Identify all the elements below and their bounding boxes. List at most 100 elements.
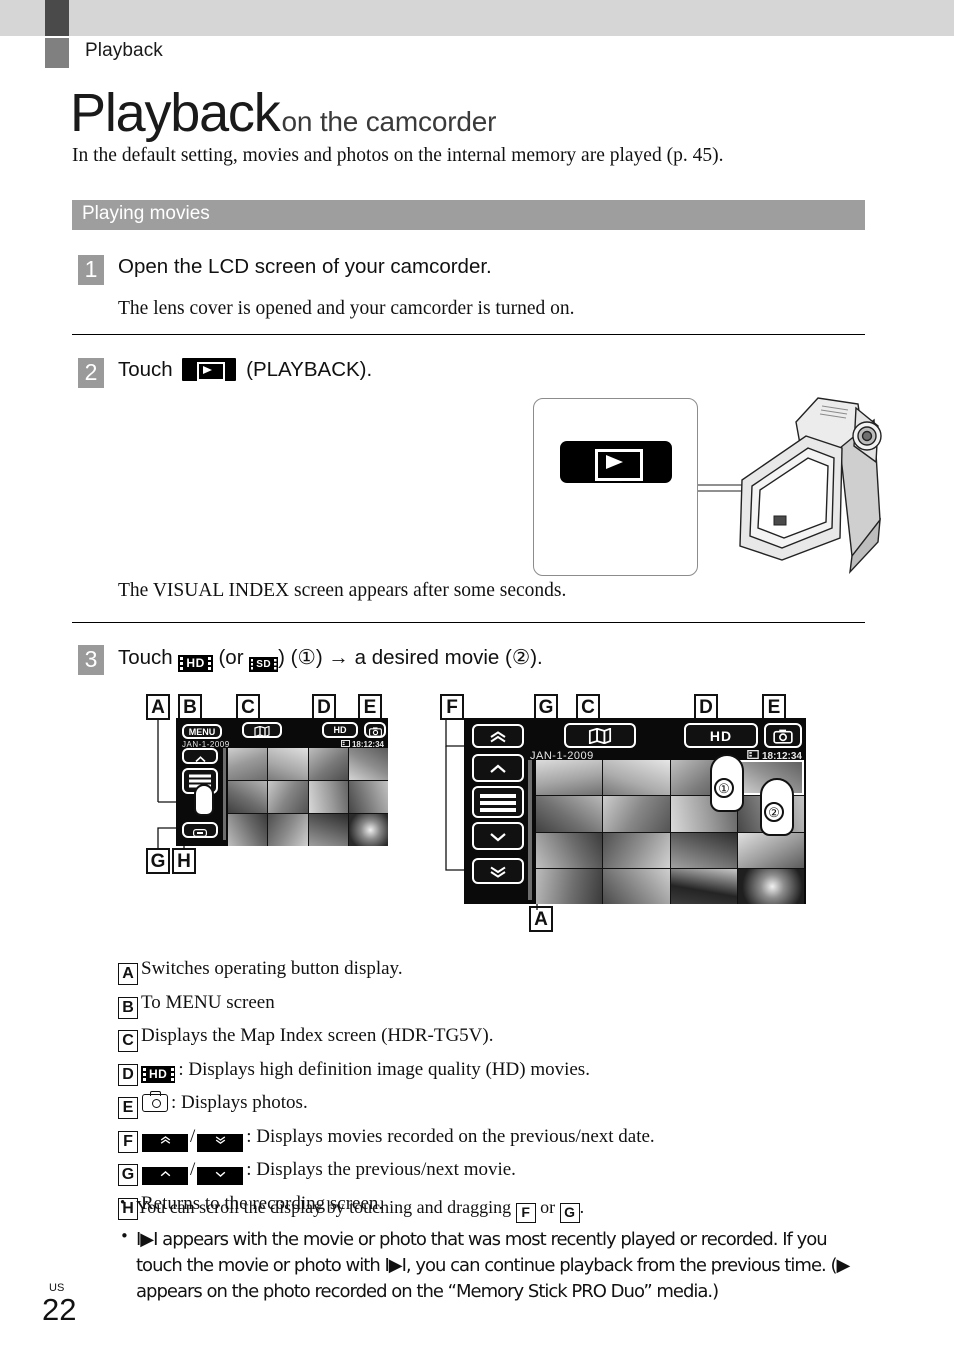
thumbnail-item[interactable]: [536, 868, 603, 904]
step-3-tail: a desired movie (②).: [354, 646, 543, 669]
playback-button-icon: [182, 358, 237, 381]
thumbnail-item[interactable]: [308, 748, 348, 780]
prev-movie-button-left[interactable]: [182, 748, 218, 764]
note-resume-playback: I▶I appears with the movie or photo that…: [118, 1226, 858, 1305]
hd-film-icon: HD: [178, 655, 213, 672]
legend-row-a: A Switches operating button display.: [118, 958, 878, 985]
thumbnail-item[interactable]: [348, 814, 388, 846]
callout-2: ②: [764, 802, 784, 822]
sd-film-icon: SD: [249, 657, 279, 672]
legend-text-f: : Displays movies recorded on the previo…: [246, 1125, 655, 1147]
thumbnail-item[interactable]: [603, 796, 670, 832]
step-divider-1: [72, 334, 865, 335]
visual-index-screen-left: MENU HD JAN-1-2009 18:12:34: [176, 718, 388, 846]
thumbnail-item[interactable]: [737, 868, 804, 904]
page-title-sub: on the camcorder: [281, 106, 497, 137]
next-movie-button-right[interactable]: [472, 822, 524, 850]
note-scroll-post: .: [579, 1197, 585, 1217]
note-scroll: You can scroll the display by touching a…: [118, 1193, 858, 1223]
map-index-icon: [254, 725, 270, 738]
menu-button-left[interactable]: MENU: [182, 724, 222, 739]
step-2-title-before: Touch: [118, 358, 173, 381]
thumbnail-item[interactable]: [228, 781, 268, 813]
thumbnail-item[interactable]: [308, 814, 348, 846]
legend-row-b: B To MENU screen: [118, 992, 878, 1019]
step-2-title: Touch (PLAYBACK).: [118, 358, 372, 382]
prev-date-key-icon: [142, 1133, 188, 1152]
legend-text-g: : Displays the previous/next movie.: [246, 1159, 516, 1180]
chevron-down-icon: [490, 833, 506, 842]
thumbnail-item[interactable]: [603, 868, 670, 904]
step-3-word-or: (or: [218, 646, 244, 669]
thumbnail-item[interactable]: [268, 814, 308, 846]
step-1-badge: 1: [78, 255, 104, 285]
legend-list: A Switches operating button display. B To …: [118, 958, 878, 1226]
double-chevron-up-icon: [490, 731, 506, 743]
thumbnail-item[interactable]: [536, 760, 603, 796]
legend-letter-f: F: [118, 1130, 138, 1153]
step-1-title: Open the LCD screen of your camcorder.: [118, 255, 492, 278]
map-index-button-left[interactable]: [242, 722, 282, 738]
footer-page-number: 22: [42, 1292, 77, 1327]
legend-text-a: Switches operating button display.: [141, 958, 403, 979]
thumbnail-item[interactable]: [603, 832, 670, 868]
thumbnail-item[interactable]: [348, 748, 388, 780]
photo-icon: [368, 727, 382, 737]
step-3-badge: 3: [78, 645, 104, 675]
legend-row-e: E: Displays photos.: [118, 1091, 878, 1119]
playback-button-illustration: [533, 398, 698, 576]
legend-slash-g: /: [190, 1159, 196, 1180]
hd-film-icon: HD: [141, 1065, 176, 1083]
photo-icon: [142, 1091, 168, 1112]
hd-quality-button-left[interactable]: HD: [322, 722, 358, 738]
playback-button-closeup-icon: [560, 441, 672, 483]
double-chevron-down-icon: [490, 866, 506, 878]
photo-icon: [773, 729, 793, 744]
note-key-g: G: [559, 1203, 580, 1223]
legend-row-g: G /: Displays the previous/next movie.: [118, 1159, 878, 1186]
next-date-key-icon: [197, 1133, 244, 1152]
next-movie-key-icon: [197, 1167, 244, 1185]
next-date-button-right[interactable]: [472, 858, 524, 884]
scrollbar-left[interactable]: [223, 748, 226, 840]
thumbnail-item[interactable]: [308, 781, 348, 813]
thumbnail-item[interactable]: [536, 796, 603, 832]
legend-letter-d: D: [118, 1063, 138, 1086]
recording-screen-icon: [193, 829, 208, 838]
running-head: Playback: [45, 38, 915, 72]
thumbnail-item[interactable]: [268, 748, 308, 780]
thumbnail-item[interactable]: [536, 832, 603, 868]
section-header-playing-movies: Playing movies: [72, 200, 865, 230]
thumbnail-item[interactable]: [228, 814, 268, 846]
prev-movie-button-right[interactable]: [472, 754, 524, 782]
movie-count-icon: [747, 750, 759, 759]
prev-movie-key-icon: [142, 1167, 188, 1185]
scrollbar-right[interactable]: [528, 760, 532, 900]
map-index-button-right[interactable]: [564, 723, 636, 748]
chevron-up-icon: [490, 764, 506, 773]
thumbnail-item[interactable]: [603, 760, 670, 796]
photo-button-left[interactable]: [364, 722, 386, 738]
thumbnail-item[interactable]: [268, 781, 308, 813]
running-head-label: Playback: [85, 40, 163, 61]
switch-display-button-right[interactable]: [472, 786, 524, 818]
thumbnail-item[interactable]: [670, 868, 737, 904]
legend-slash-f: /: [190, 1125, 196, 1147]
map-index-icon: [588, 727, 612, 745]
hd-quality-button-right[interactable]: HD: [684, 723, 758, 748]
step-3-title: Touch HD (or SD) (①) → a desired movie (…: [118, 645, 543, 672]
double-chevron-down-icon: [215, 1135, 225, 1144]
legend-letter-b: B: [118, 996, 138, 1019]
thumbnail-item[interactable]: [670, 832, 737, 868]
thumbnail-item[interactable]: [348, 781, 388, 813]
thumbnail-item[interactable]: [737, 832, 804, 868]
notes-list: You can scroll the display by touching a…: [118, 1193, 858, 1309]
return-to-recording-button-left[interactable]: [182, 822, 218, 838]
thumbnail-grid-left[interactable]: [228, 748, 388, 846]
chevron-down-icon: [215, 1171, 226, 1177]
section-header-label: Playing movies: [82, 203, 210, 224]
photo-button-right[interactable]: [764, 723, 802, 748]
thumbnail-item[interactable]: [228, 748, 268, 780]
prev-date-button-right[interactable]: [472, 724, 524, 748]
visual-index-screen-right: HD JAN-1-2009 18:12:34 ① ②: [464, 718, 806, 904]
